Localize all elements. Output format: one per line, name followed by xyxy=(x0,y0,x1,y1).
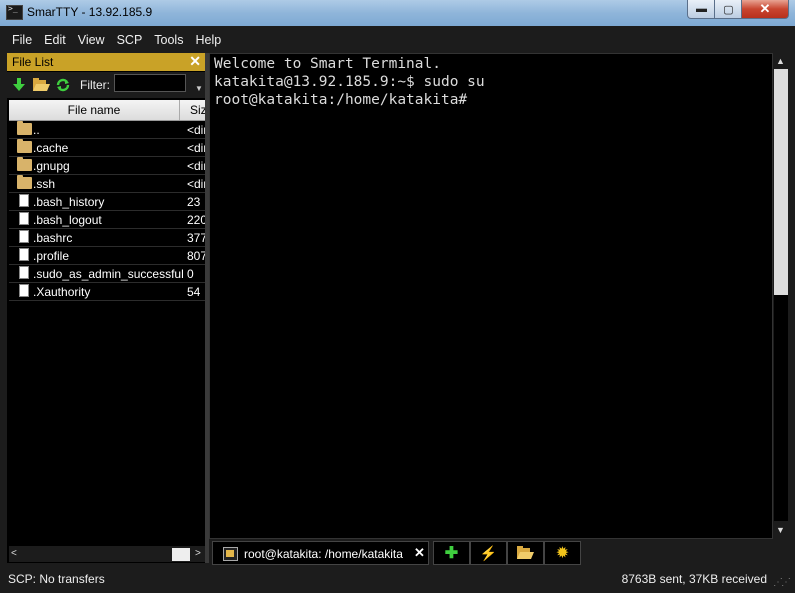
file-size: <dir> xyxy=(187,177,205,191)
session-tab-bar: root@katakita: /home/katakita ✕ ✚ ⚡ ✹ xyxy=(209,541,789,565)
file-icon xyxy=(19,230,29,243)
file-list-row[interactable]: .gnupg <dir> xyxy=(9,157,205,175)
file-icon xyxy=(19,284,29,297)
file-size: <dir> xyxy=(187,141,205,155)
file-name: .bashrc xyxy=(33,231,73,245)
file-list-row[interactable]: .profile 807 xyxy=(9,247,205,265)
terminal-app-icon xyxy=(6,4,23,20)
refresh-icon[interactable] xyxy=(54,76,72,94)
scroll-down-icon[interactable]: ▼ xyxy=(776,525,785,535)
file-list-row[interactable]: .bash_history 23 xyxy=(9,193,205,211)
file-list-row[interactable]: .Xauthority 54 xyxy=(9,283,205,301)
scroll-right-icon[interactable]: > xyxy=(195,548,201,559)
terminal-line: root@katakita:/home/katakita# xyxy=(214,92,468,108)
file-size: 220 xyxy=(187,213,205,227)
open-folder-icon[interactable] xyxy=(507,541,544,565)
minimize-button[interactable]: ▬ xyxy=(687,0,716,19)
file-name: .. xyxy=(33,123,40,137)
file-list-panel: File List ✕ Filter: ▼ File name Size .. <… xyxy=(7,53,210,563)
file-list-row[interactable]: .sudo_as_admin_successful 0 xyxy=(9,265,205,283)
toolbar-overflow-icon[interactable]: ▼ xyxy=(195,84,203,93)
menu-file[interactable]: File xyxy=(7,30,38,51)
file-list-rows: .. <dir> .cache <dir> .gnupg <dir> .ssh <dir> .b… xyxy=(9,121,205,301)
open-folder-icon[interactable] xyxy=(32,76,50,94)
terminal-tab-icon xyxy=(223,547,238,561)
status-bar: SCP: No transfers 8763B sent, 37KB recei… xyxy=(0,567,795,593)
filter-input[interactable] xyxy=(114,74,186,92)
file-list-horizontal-scrollbar[interactable]: < > xyxy=(9,546,205,562)
folder-icon xyxy=(17,121,32,135)
file-name: .sudo_as_admin_successful xyxy=(33,267,184,281)
file-icon xyxy=(19,212,29,225)
terminal-output[interactable]: Welcome to Smart Terminal. katakita@13.9… xyxy=(209,53,773,539)
file-icon xyxy=(19,194,29,207)
file-size: 54 xyxy=(187,285,201,299)
file-list-row[interactable]: .ssh <dir> xyxy=(9,175,205,193)
file-name: .bash_logout xyxy=(33,213,102,227)
download-icon[interactable] xyxy=(10,76,28,94)
menu-bar: File Edit View SCP Tools Help xyxy=(7,30,788,51)
settings-sun-icon[interactable]: ✹ xyxy=(544,541,581,565)
close-tab-button[interactable]: ✕ xyxy=(414,545,425,561)
file-list-header: File List ✕ xyxy=(7,53,205,71)
file-icon xyxy=(19,248,29,261)
file-list-toolbar: Filter: ▼ xyxy=(7,72,205,98)
file-list-row[interactable]: .. <dir> xyxy=(9,121,205,139)
file-list-row[interactable]: .cache <dir> xyxy=(9,139,205,157)
file-name: .profile xyxy=(33,249,70,263)
file-name: .Xauthority xyxy=(33,285,91,299)
file-list-row[interactable]: .bashrc 3771 xyxy=(9,229,205,247)
session-tab-label: root@katakita: /home/katakita xyxy=(244,547,403,561)
terminal-vertical-scrollbar[interactable]: ▲ ▼ xyxy=(773,53,789,539)
menu-view[interactable]: View xyxy=(72,30,111,51)
file-list-close-button[interactable]: ✕ xyxy=(189,53,201,70)
file-list-row[interactable]: .bash_logout 220 xyxy=(9,211,205,229)
window-title: SmarTTY - 13.92.185.9 xyxy=(27,5,153,19)
folder-icon xyxy=(17,175,32,189)
menu-scp[interactable]: SCP xyxy=(111,30,149,51)
folder-icon xyxy=(17,139,32,153)
folder-icon xyxy=(17,157,32,171)
terminal-line: katakita@13.92.185.9:~$ sudo su xyxy=(214,74,485,90)
scroll-track[interactable] xyxy=(774,295,788,521)
scp-status: SCP: No transfers xyxy=(8,572,105,586)
file-size: 23 xyxy=(187,195,201,209)
lightning-icon[interactable]: ⚡ xyxy=(470,541,507,565)
file-size: <dir> xyxy=(187,159,205,173)
scroll-left-icon[interactable]: < xyxy=(11,548,17,559)
scroll-thumb[interactable] xyxy=(774,69,788,295)
close-window-button[interactable]: ✕ xyxy=(741,0,789,19)
menu-tools[interactable]: Tools xyxy=(148,30,189,51)
filter-label: Filter: xyxy=(80,78,110,92)
scroll-up-icon[interactable]: ▲ xyxy=(776,56,785,66)
add-icon[interactable]: ✚ xyxy=(433,541,470,565)
file-name: .ssh xyxy=(33,177,56,191)
column-file-name[interactable]: File name xyxy=(9,100,180,120)
file-list-title: File List xyxy=(12,55,54,69)
file-size: 807 xyxy=(187,249,205,263)
transfer-stats: 8763B sent, 37KB received xyxy=(621,572,767,586)
menu-help[interactable]: Help xyxy=(189,30,227,51)
session-tab[interactable]: root@katakita: /home/katakita ✕ xyxy=(212,541,429,565)
title-bar: SmarTTY - 13.92.185.9 ▬ ▢ ✕ xyxy=(0,0,795,26)
file-size: <dir> xyxy=(187,123,205,137)
file-name: .gnupg xyxy=(33,159,70,173)
scroll-thumb[interactable] xyxy=(172,548,190,561)
menu-edit[interactable]: Edit xyxy=(38,30,72,51)
maximize-button[interactable]: ▢ xyxy=(714,0,743,19)
file-list-column-headers: File name Size xyxy=(9,100,210,121)
smartty-window: SmarTTY - 13.92.185.9 ▬ ▢ ✕ File Edit Vi… xyxy=(0,0,795,593)
file-name: .bash_history xyxy=(33,195,105,209)
file-name: .cache xyxy=(33,141,69,155)
file-size: 0 xyxy=(187,267,194,281)
terminal-line: Welcome to Smart Terminal. xyxy=(214,56,441,72)
file-size: 3771 xyxy=(187,231,205,245)
file-icon xyxy=(19,266,29,279)
resize-grip-icon[interactable]: ⋰⋰ xyxy=(773,577,791,588)
